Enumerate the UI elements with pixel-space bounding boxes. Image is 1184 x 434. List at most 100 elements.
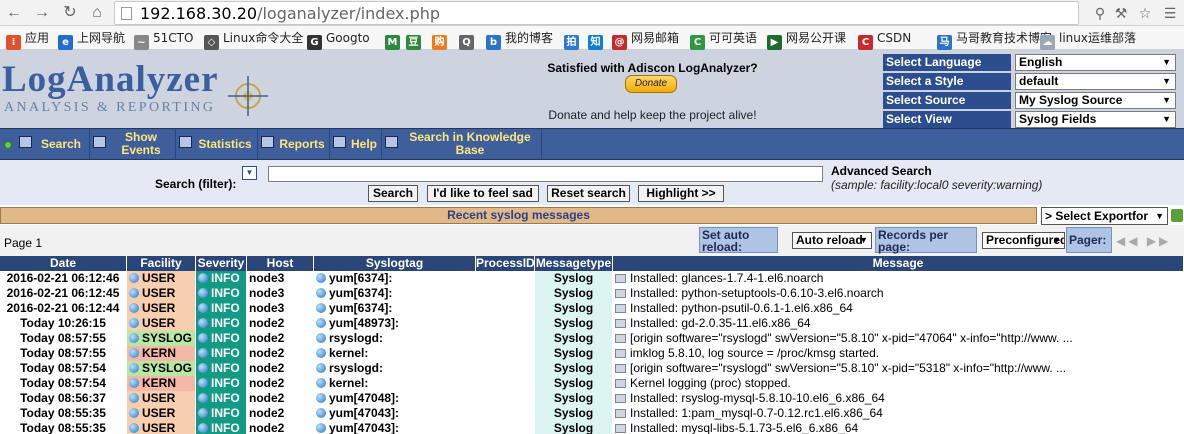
facility-cell[interactable]: USER (127, 391, 195, 406)
date-cell[interactable]: Today 08:57:54 (0, 361, 126, 376)
bookmark-item[interactable]: 豆 (406, 30, 425, 50)
host-cell[interactable]: node2 (247, 346, 313, 361)
records-per-page-select[interactable]: Preconfigured ▼ (982, 232, 1065, 249)
selector-dropdown[interactable]: Syslog Fields ▼ (1015, 111, 1176, 128)
message-cell[interactable]: Installed: gd-2.0.35-11.el6.x86_64 (613, 316, 1184, 331)
host-cell[interactable]: node2 (247, 391, 313, 406)
bookmark-item[interactable]: 马马哥教育技术博客 (937, 30, 1052, 50)
syslogtag-cell[interactable]: rsyslogd: (314, 361, 475, 376)
table-row[interactable]: Today 08:55:35 USER INFO node2 yum[47043]: Sy… (0, 421, 1184, 434)
severity-cell[interactable]: INFO (196, 406, 246, 421)
search-button[interactable]: Search (368, 185, 418, 202)
message-cell[interactable]: Installed: python-psutil-0.6.1-1.el6.x86… (613, 301, 1184, 316)
severity-cell[interactable]: INFO (196, 271, 246, 286)
column-header-processid[interactable]: ProcessID (476, 256, 535, 271)
host-cell[interactable]: node3 (247, 301, 313, 316)
messagetype-cell[interactable]: Syslog (535, 271, 612, 286)
date-cell[interactable]: Today 08:56:37 (0, 391, 126, 406)
bookmark-item[interactable]: 拍 (564, 30, 583, 50)
loganalyzer-logo[interactable]: LogAnalyzer ANALYSIS & REPORTING (2, 58, 280, 118)
message-cell[interactable]: Installed: glances-1.7.4-1.el6.noarch (613, 271, 1184, 286)
selector-dropdown[interactable]: English ▼ (1015, 54, 1176, 71)
next-page-icon[interactable]: ▶▶ (1147, 234, 1171, 248)
processid-cell[interactable] (476, 316, 534, 331)
bookmark-item[interactable]: ☁ linux运维部落 (1040, 30, 1136, 50)
bookmark-item[interactable]: ~51CTO (134, 30, 193, 50)
table-row[interactable]: Today 08:57:54 SYSLOG INFO node2 rsyslogd: Sy… (0, 361, 1184, 376)
facility-cell[interactable]: SYSLOG (127, 361, 195, 376)
bookmark-item[interactable]: Q (459, 30, 478, 50)
bookmark-item[interactable]: C CSDN (858, 30, 911, 50)
menu-events[interactable]: Show Events (90, 129, 176, 159)
date-cell[interactable]: 2016-02-21 06:12:46 (0, 271, 126, 286)
menu-knowledge-base[interactable]: Search in Knowledge Base (382, 129, 542, 159)
host-cell[interactable]: node2 (247, 331, 313, 346)
menu-statistics[interactable]: Statistics (176, 129, 258, 159)
column-header-date[interactable]: Date (0, 256, 127, 271)
severity-cell[interactable]: INFO (196, 391, 246, 406)
column-header-messagetype[interactable]: Messagetype (535, 256, 613, 271)
search-history-dropdown[interactable]: ▼ (242, 166, 257, 180)
menu-search[interactable]: Search (16, 129, 90, 159)
facility-cell[interactable]: USER (127, 421, 195, 434)
host-cell[interactable]: node3 (247, 286, 313, 301)
processid-cell[interactable] (476, 286, 534, 301)
messagetype-cell[interactable]: Syslog (535, 421, 612, 434)
severity-cell[interactable]: INFO (196, 331, 246, 346)
table-row[interactable]: Today 08:55:35 USER INFO node2 yum[47043]: Sy… (0, 406, 1184, 421)
extension-icon[interactable]: ⚒ (1111, 3, 1131, 23)
message-cell[interactable]: Kernel logging (proc) stopped. (613, 376, 1184, 391)
syslogtag-cell[interactable]: yum[47043]: (314, 421, 475, 434)
table-row[interactable]: Today 08:57:55 KERN INFO node2 kernel: Syslog… (0, 346, 1184, 361)
column-header-host[interactable]: Host (247, 256, 314, 271)
address-bar[interactable]: 192.168.30.20/loganalyzer/index.php (114, 1, 1079, 25)
messagetype-cell[interactable]: Syslog (535, 331, 612, 346)
bookmark-item[interactable]: e 上网导航 (58, 30, 125, 50)
severity-cell[interactable]: INFO (196, 301, 246, 316)
host-cell[interactable]: node2 (247, 376, 313, 391)
zoom-icon[interactable]: ⚲ (1090, 3, 1110, 23)
syslogtag-cell[interactable]: yum[48973]: (314, 316, 475, 331)
table-row[interactable]: 2016-02-21 06:12:44 USER INFO node3 yum[6374… (0, 301, 1184, 316)
reload-icon[interactable]: ↻ (60, 3, 80, 23)
facility-cell[interactable]: KERN (127, 376, 195, 391)
host-cell[interactable]: node2 (247, 406, 313, 421)
home-icon[interactable]: ⌂ (87, 3, 107, 23)
syslogtag-cell[interactable]: kernel: (314, 376, 475, 391)
donate-button[interactable]: Donate (625, 75, 677, 93)
menu-help[interactable]: Help (330, 129, 382, 159)
facility-cell[interactable]: USER (127, 271, 195, 286)
table-row[interactable]: 2016-02-21 06:12:45 USER INFO node3 yum[6374… (0, 286, 1184, 301)
bookmark-item[interactable]: ⁞ 应用 (6, 30, 49, 50)
messagetype-cell[interactable]: Syslog (535, 346, 612, 361)
advanced-search-link[interactable]: Advanced Search (831, 164, 932, 178)
date-cell[interactable]: 2016-02-21 06:12:44 (0, 301, 126, 316)
search-input[interactable] (268, 166, 823, 182)
syslogtag-cell[interactable]: rsyslogd: (314, 331, 475, 346)
severity-cell[interactable]: INFO (196, 286, 246, 301)
bookmark-item[interactable]: b 我的博客 (486, 30, 553, 50)
messagetype-cell[interactable]: Syslog (535, 301, 612, 316)
facility-cell[interactable]: KERN (127, 346, 195, 361)
syslogtag-cell[interactable]: kernel: (314, 346, 475, 361)
syslogtag-cell[interactable]: yum[6374]: (314, 271, 475, 286)
severity-cell[interactable]: INFO (196, 346, 246, 361)
host-cell[interactable]: node2 (247, 361, 313, 376)
messagetype-cell[interactable]: Syslog (535, 406, 612, 421)
bookmark-item[interactable]: ▶ 网易公开课 (767, 30, 846, 50)
processid-cell[interactable] (476, 421, 534, 434)
message-cell[interactable]: Installed: rsyslog-mysql-5.8.10-10.el6_6… (613, 391, 1184, 406)
menu-icon[interactable]: ☰ (1160, 3, 1180, 23)
messagetype-cell[interactable]: Syslog (535, 316, 612, 331)
message-cell[interactable]: [origin software="rsyslogd" swVersion="5… (613, 361, 1184, 376)
facility-cell[interactable]: USER (127, 286, 195, 301)
highlight-button[interactable]: Highlight >> (638, 185, 724, 202)
messagetype-cell[interactable]: Syslog (535, 391, 612, 406)
severity-cell[interactable]: INFO (196, 421, 246, 434)
date-cell[interactable]: Today 10:26:15 (0, 316, 126, 331)
severity-cell[interactable]: INFO (196, 376, 246, 391)
processid-cell[interactable] (476, 331, 534, 346)
facility-cell[interactable]: USER (127, 406, 195, 421)
date-cell[interactable]: Today 08:57:55 (0, 346, 126, 361)
message-cell[interactable]: imklog 5.8.10, log source = /proc/kmsg s… (613, 346, 1184, 361)
